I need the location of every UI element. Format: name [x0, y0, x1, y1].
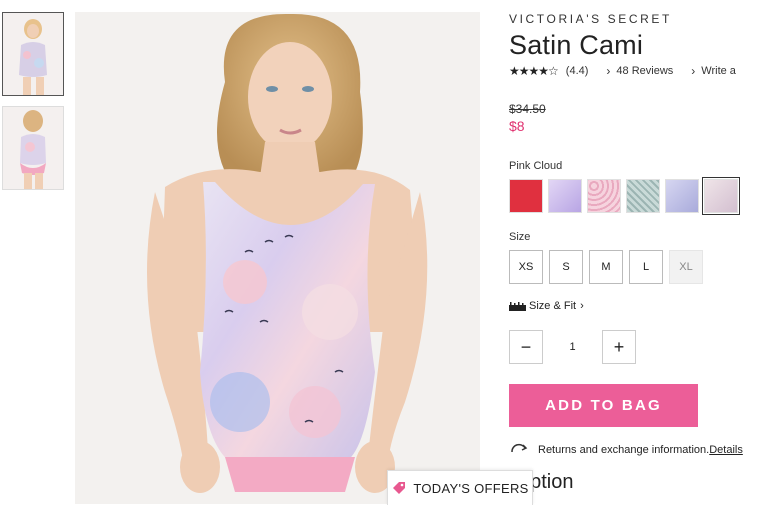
returns-text: Returns and exchange information. — [538, 444, 710, 456]
swatch-pink-cloud[interactable] — [702, 177, 740, 215]
original-price: $34.50 — [509, 102, 546, 116]
brand-name: VICTORIA'S SECRET — [509, 12, 672, 26]
thumbnail-back[interactable] — [2, 106, 64, 190]
model-back-image — [3, 107, 63, 189]
color-name: Pink Cloud — [509, 160, 563, 172]
size-fit-link[interactable]: Size & Fit › — [509, 300, 774, 312]
star-rating-icon: ★★★★☆ — [509, 64, 559, 78]
todays-offers-label: TODAY'S OFFERS — [413, 480, 529, 496]
rating-row: ★★★★☆ (4.4) › 48 Reviews › Write a — [509, 64, 774, 78]
swatch-lavender-birds[interactable] — [665, 179, 699, 213]
product-hero-image — [75, 12, 480, 504]
size-xs-button[interactable]: XS — [509, 250, 543, 284]
thumbnail-front[interactable] — [2, 12, 64, 96]
model-wearing-cami-image — [75, 12, 480, 504]
size-l-button[interactable]: L — [629, 250, 663, 284]
quantity-stepper: − 1 + — [509, 330, 774, 364]
product-panel: VICTORIA'S SECRET Satin Cami ★★★★☆ (4.4)… — [509, 10, 774, 494]
size-xl-button[interactable]: XL — [669, 250, 703, 284]
sale-price: $8 — [509, 118, 525, 134]
description-heading: cription — [509, 471, 574, 493]
todays-offers-tab[interactable]: TODAY'S OFFERS — [387, 470, 533, 505]
returns-info: Returns and exchange information. Detail… — [509, 443, 774, 457]
swatch-red-heart-print[interactable] — [509, 179, 543, 213]
reviews-link[interactable]: 48 Reviews — [616, 65, 673, 77]
model-front-image — [3, 13, 63, 95]
add-to-bag-button[interactable]: ADD TO BAG — [509, 384, 698, 427]
return-arrows-icon — [511, 443, 528, 453]
color-swatches — [509, 177, 774, 215]
write-review-link[interactable]: Write a — [701, 65, 736, 77]
tag-icon — [393, 482, 406, 494]
thumbnail-list — [2, 12, 64, 200]
swatch-lilac-satin[interactable] — [548, 179, 582, 213]
size-fit-label: Size & Fit — [529, 300, 577, 312]
ruler-icon — [509, 301, 526, 311]
chevron-right-icon: › — [691, 64, 696, 78]
chevron-right-icon: › — [580, 300, 584, 312]
swatch-pink-heart-print[interactable] — [587, 179, 621, 213]
decrease-quantity-button[interactable]: − — [509, 330, 543, 364]
rating-value: (4.4) — [565, 65, 589, 77]
swatch-teal-pattern[interactable] — [626, 179, 660, 213]
size-m-button[interactable]: M — [589, 250, 623, 284]
size-label: Size — [509, 231, 531, 243]
size-options: XS S M L XL — [509, 250, 774, 284]
product-title: Satin Cami — [509, 30, 644, 60]
size-s-button[interactable]: S — [549, 250, 583, 284]
returns-details-link[interactable]: Details — [709, 444, 743, 456]
quantity-value: 1 — [569, 341, 576, 353]
chevron-right-icon: › — [606, 64, 611, 78]
increase-quantity-button[interactable]: + — [602, 330, 636, 364]
